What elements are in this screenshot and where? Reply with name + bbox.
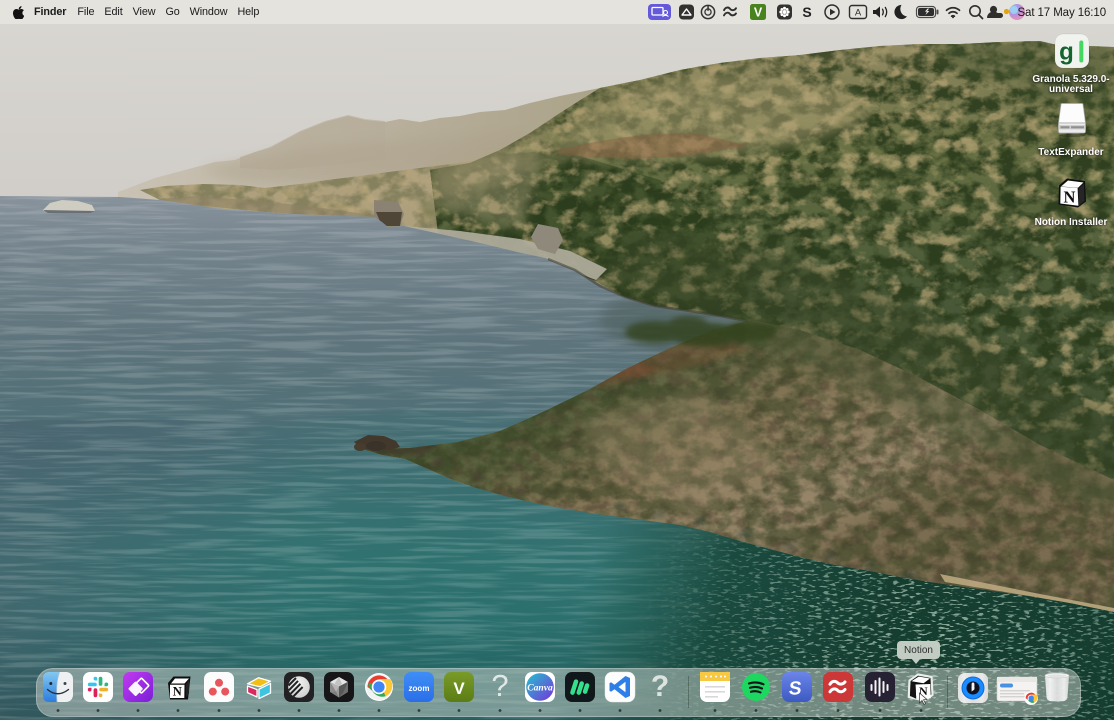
- svg-text:Canva: Canva: [527, 683, 553, 694]
- svg-text:N: N: [1063, 188, 1075, 207]
- svg-text:S: S: [788, 679, 803, 700]
- svg-text:?: ?: [651, 670, 669, 703]
- svg-text:A: A: [855, 8, 862, 19]
- svg-text:zoom: zoom: [409, 684, 430, 693]
- svg-text:V: V: [453, 679, 465, 698]
- svg-text:S: S: [802, 4, 811, 20]
- svg-text:?: ?: [491, 668, 508, 703]
- svg-text:g: g: [1059, 39, 1074, 66]
- svg-text:N: N: [173, 685, 182, 699]
- svg-text:Sat 17 May 16:10: Sat 17 May 16:10: [1017, 7, 1106, 19]
- svg-text:V: V: [754, 6, 763, 20]
